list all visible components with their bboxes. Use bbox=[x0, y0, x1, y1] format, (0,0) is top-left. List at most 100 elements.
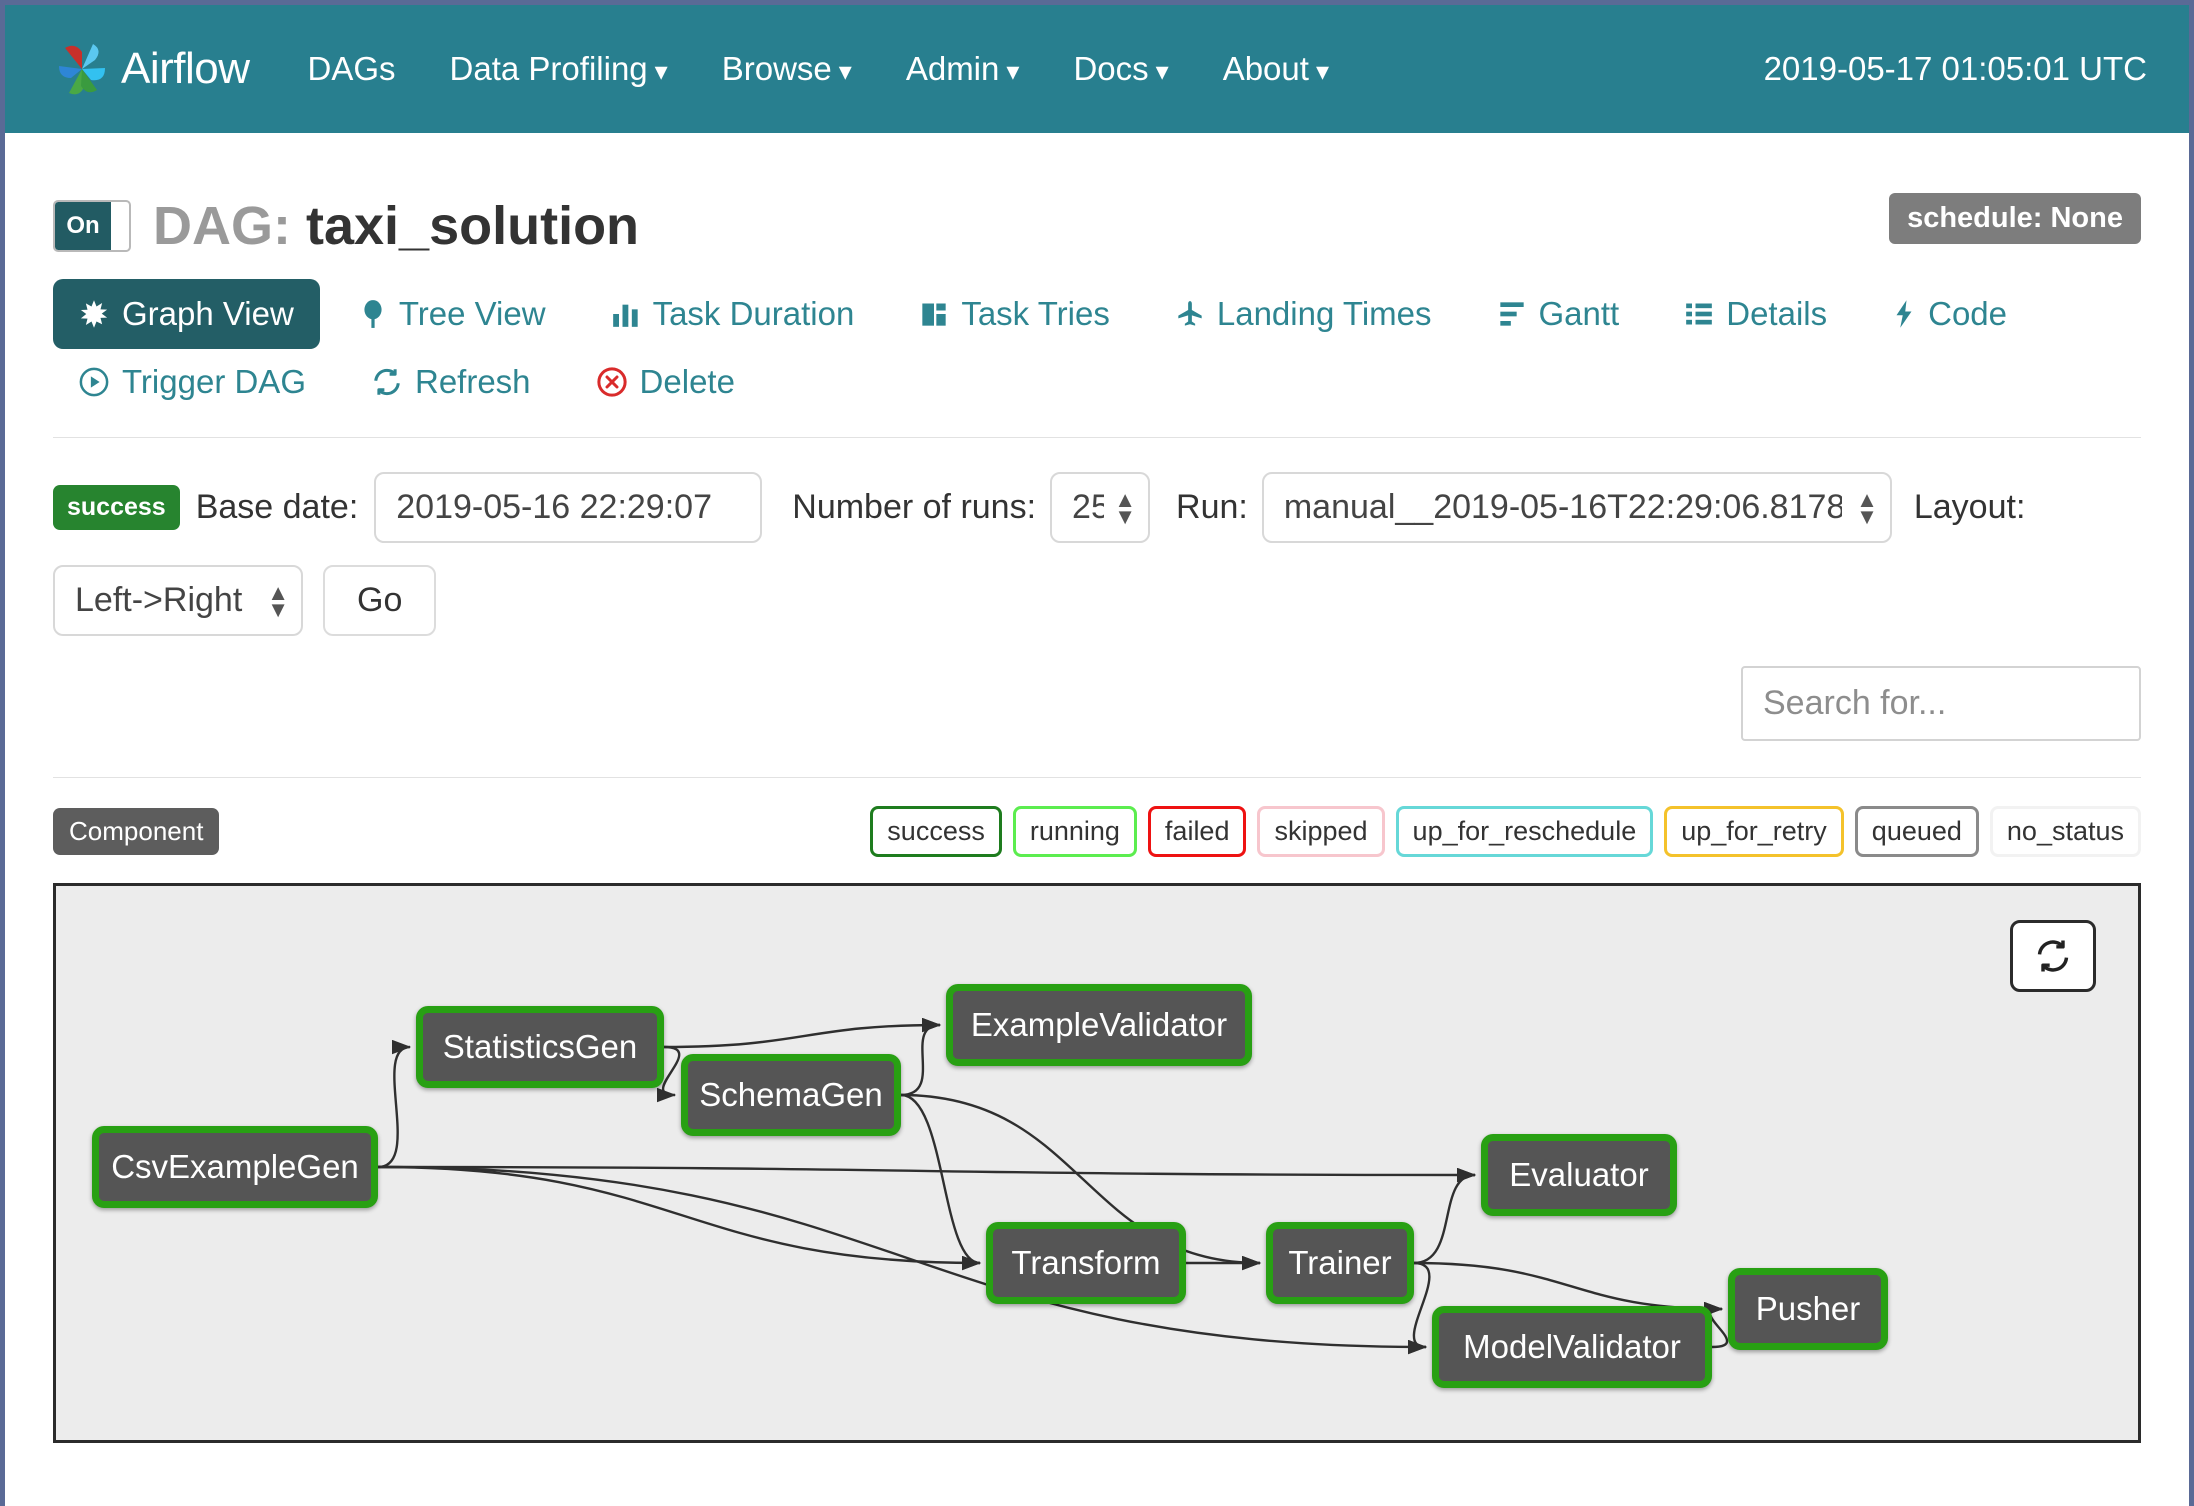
graph-edge-SchemaGen-to-ExampleValidator bbox=[901, 1025, 940, 1095]
nav-label: Data Profiling bbox=[450, 50, 648, 87]
graph-node-label: Transform bbox=[1011, 1244, 1160, 1282]
layout-label: Layout: bbox=[1914, 488, 2026, 527]
dag-prefix: DAG: bbox=[153, 196, 291, 256]
graph-node-ModelValidator[interactable]: ModelValidator bbox=[1432, 1306, 1712, 1388]
tab-graph-view[interactable]: Graph View bbox=[53, 279, 320, 349]
delete-circle-icon bbox=[597, 367, 627, 397]
action-label: Trigger DAG bbox=[122, 363, 306, 401]
nav-item-data-profiling[interactable]: Data Profiling▾ bbox=[450, 50, 668, 88]
tree-icon bbox=[360, 299, 386, 329]
graph-node-StatisticsGen[interactable]: StatisticsGen bbox=[416, 1006, 664, 1088]
play-circle-icon bbox=[79, 367, 109, 397]
graph-node-label: Trainer bbox=[1288, 1244, 1391, 1282]
nav-item-about[interactable]: About▾ bbox=[1223, 50, 1329, 88]
chevron-down-icon: ▾ bbox=[1006, 56, 1019, 86]
graph-node-label: ModelValidator bbox=[1463, 1328, 1681, 1366]
refresh-button[interactable]: Refresh bbox=[372, 363, 531, 401]
legend-failed[interactable]: failed bbox=[1148, 806, 1247, 857]
tab-gantt[interactable]: Gantt bbox=[1472, 279, 1646, 349]
airflow-pinwheel-icon bbox=[51, 38, 113, 100]
layout-select[interactable] bbox=[53, 565, 303, 636]
graph-node-Trainer[interactable]: Trainer bbox=[1266, 1222, 1414, 1304]
graph-node-label: Evaluator bbox=[1509, 1156, 1648, 1194]
nav-label: Docs bbox=[1073, 50, 1148, 87]
schedule-badge: schedule: None bbox=[1889, 193, 2141, 244]
legend-row: Component success running failed skipped… bbox=[53, 806, 2141, 857]
nav-label: DAGs bbox=[308, 50, 396, 87]
legend-queued[interactable]: queued bbox=[1855, 806, 1979, 857]
legend-no-status[interactable]: no_status bbox=[1990, 806, 2141, 857]
tab-tree-view[interactable]: Tree View bbox=[334, 279, 572, 349]
divider-top bbox=[53, 437, 2141, 438]
status-badge: success bbox=[53, 485, 180, 530]
tab-label: Task Duration bbox=[653, 295, 855, 333]
go-button[interactable]: Go bbox=[323, 565, 436, 636]
dag-pause-toggle[interactable]: On bbox=[53, 200, 131, 252]
tab-code[interactable]: Code bbox=[1867, 279, 2033, 349]
search-input[interactable] bbox=[1741, 666, 2141, 741]
action-label: Refresh bbox=[415, 363, 531, 401]
legend-running[interactable]: running bbox=[1013, 806, 1137, 857]
action-label: Delete bbox=[640, 363, 735, 401]
brand-logo[interactable]: Airflow bbox=[51, 38, 250, 100]
graph-node-label: Pusher bbox=[1756, 1290, 1861, 1328]
graph-edge-Trainer-to-Pusher bbox=[1414, 1263, 1722, 1309]
graph-node-label: StatisticsGen bbox=[443, 1028, 637, 1066]
num-runs-input[interactable] bbox=[1050, 472, 1150, 543]
nav-label: Admin bbox=[906, 50, 1000, 87]
legend-skipped[interactable]: skipped bbox=[1257, 806, 1384, 857]
legend-up-for-retry[interactable]: up_for_retry bbox=[1664, 806, 1844, 857]
run-select[interactable] bbox=[1262, 472, 1892, 543]
graph-node-Transform[interactable]: Transform bbox=[986, 1222, 1186, 1304]
page-content: schedule: None On DAG: taxi_solution Gra… bbox=[5, 133, 2189, 1443]
legend-success[interactable]: success bbox=[870, 806, 1002, 857]
tab-label: Code bbox=[1928, 295, 2007, 333]
dag-graph-canvas[interactable]: CsvExampleGen StatisticsGen SchemaGen Examp… bbox=[53, 883, 2141, 1443]
legend-up-for-reschedule[interactable]: up_for_reschedule bbox=[1396, 806, 1654, 857]
tab-label: Tree View bbox=[399, 295, 546, 333]
trigger-dag-button[interactable]: Trigger DAG bbox=[79, 363, 306, 401]
search-row bbox=[53, 666, 2141, 741]
num-runs-label: Number of runs: bbox=[792, 488, 1036, 527]
tab-task-tries[interactable]: Task Tries bbox=[894, 279, 1136, 349]
tab-task-duration[interactable]: Task Duration bbox=[586, 279, 881, 349]
graph-edge-CsvExampleGen-to-Transform bbox=[378, 1167, 980, 1263]
nav-label: About bbox=[1223, 50, 1309, 87]
graph-edge-CsvExampleGen-to-StatisticsGen bbox=[378, 1047, 410, 1167]
graph-node-label: CsvExampleGen bbox=[111, 1148, 359, 1186]
dag-run-controls: success Base date: Number of runs: ▲▼ Ru… bbox=[53, 472, 2141, 543]
tab-landing-times[interactable]: Landing Times bbox=[1150, 279, 1458, 349]
tab-label: Gantt bbox=[1539, 295, 1620, 333]
graph-node-label: ExampleValidator bbox=[971, 1006, 1227, 1044]
nav-item-browse[interactable]: Browse▾ bbox=[722, 50, 852, 88]
tries-icon bbox=[920, 300, 948, 328]
graph-node-ExampleValidator[interactable]: ExampleValidator bbox=[946, 984, 1252, 1066]
tab-label: Graph View bbox=[122, 295, 294, 333]
graph-edge-ModelValidator-to-Pusher bbox=[1710, 1309, 1727, 1347]
nav-items: DAGs Data Profiling▾ Browse▾ Admin▾ Docs… bbox=[308, 50, 1383, 88]
nav-item-admin[interactable]: Admin▾ bbox=[906, 50, 1020, 88]
chevron-down-icon: ▾ bbox=[655, 56, 668, 86]
dag-actions: Trigger DAG Refresh Delete bbox=[53, 363, 2141, 401]
graph-edge-SchemaGen-to-Transform bbox=[901, 1095, 980, 1263]
plane-icon bbox=[1176, 300, 1204, 328]
graph-node-Evaluator[interactable]: Evaluator bbox=[1481, 1134, 1677, 1216]
nav-item-dags[interactable]: DAGs bbox=[308, 50, 396, 88]
graph-node-label: SchemaGen bbox=[699, 1076, 882, 1114]
nav-label: Browse bbox=[722, 50, 832, 87]
page-title: DAG: taxi_solution bbox=[153, 195, 639, 257]
tab-details[interactable]: Details bbox=[1659, 279, 1853, 349]
tab-label: Details bbox=[1726, 295, 1827, 333]
run-label: Run: bbox=[1176, 488, 1248, 527]
graph-node-Pusher[interactable]: Pusher bbox=[1728, 1268, 1888, 1350]
tab-label: Task Tries bbox=[961, 295, 1110, 333]
delete-button[interactable]: Delete bbox=[597, 363, 735, 401]
base-date-input[interactable] bbox=[374, 472, 762, 543]
graph-node-SchemaGen[interactable]: SchemaGen bbox=[681, 1054, 901, 1136]
nav-item-docs[interactable]: Docs▾ bbox=[1073, 50, 1168, 88]
tab-label: Landing Times bbox=[1217, 295, 1432, 333]
graph-node-CsvExampleGen[interactable]: CsvExampleGen bbox=[92, 1126, 378, 1208]
airflow-page: Airflow DAGs Data Profiling▾ Browse▾ Adm… bbox=[0, 0, 2194, 1506]
divider-legend bbox=[53, 777, 2141, 778]
run-select-wrapper: ▲▼ bbox=[1248, 472, 1892, 543]
